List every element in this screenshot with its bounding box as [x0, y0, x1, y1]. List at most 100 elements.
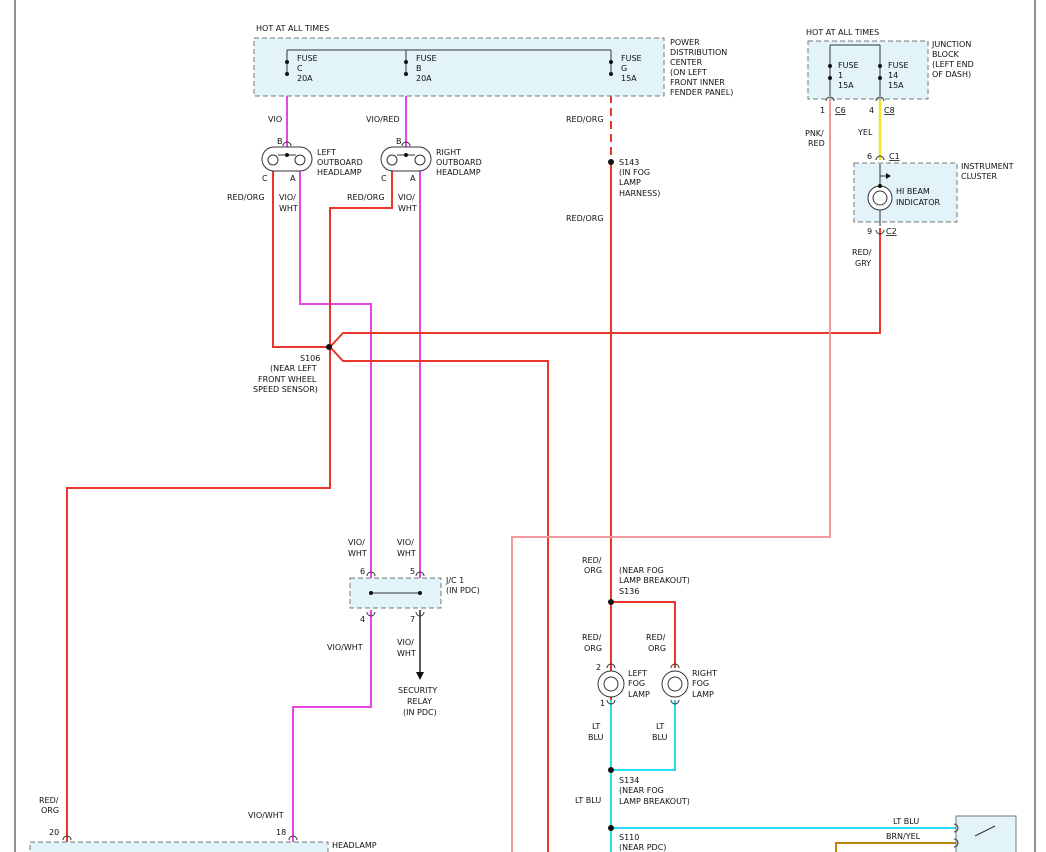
svg-text:6: 6: [867, 152, 872, 161]
svg-text:RED/: RED/: [39, 796, 59, 805]
svg-text:(IN FOG: (IN FOG: [619, 168, 650, 177]
svg-text:LAMP BREAKOUT): LAMP BREAKOUT): [619, 576, 690, 585]
svg-text:20A: 20A: [297, 74, 313, 83]
svg-text:FUSE: FUSE: [297, 54, 318, 63]
wire-pnk-red: [511, 100, 831, 852]
svg-text:JUNCTION: JUNCTION: [931, 40, 971, 49]
svg-text:FRONT INNER: FRONT INNER: [670, 78, 725, 87]
splice-s136-dot: [608, 599, 614, 605]
svg-text:C2: C2: [886, 227, 897, 236]
svg-text:(IN PDC): (IN PDC): [446, 586, 480, 595]
svg-text:ORG: ORG: [584, 566, 602, 575]
svg-text:4: 4: [360, 615, 365, 624]
svg-text:A: A: [290, 174, 296, 183]
svg-text:(NEAR FOG: (NEAR FOG: [619, 786, 664, 795]
svg-text:VIO/: VIO/: [348, 538, 365, 547]
label-rfog-blu: LT BLU: [652, 722, 668, 742]
label-jc7: VIO/ WHT: [397, 638, 416, 658]
svg-text:(NEAR FOG: (NEAR FOG: [619, 566, 664, 575]
svg-text:HEADLAMP: HEADLAMP: [436, 168, 481, 177]
svg-text:LAMP: LAMP: [619, 178, 641, 187]
svg-text:RED/: RED/: [582, 556, 602, 565]
svg-text:FUSE: FUSE: [888, 61, 909, 70]
splice-s110-dot: [608, 825, 614, 831]
svg-text:RELAY: RELAY: [407, 697, 432, 706]
splice-s134: S134 (NEAR FOG LAMP BREAKOUT): [619, 776, 690, 806]
right-fog-lamp: RIGHT FOG LAMP: [661, 663, 717, 705]
left-outboard-headlamp: B C A LEFT OUTBOARD HEADLAMP: [261, 137, 363, 183]
label-lh-c: RED/ORG: [227, 193, 265, 202]
svg-text:RIGHT: RIGHT: [436, 148, 461, 157]
svg-text:RED/: RED/: [582, 633, 602, 642]
svg-text:C: C: [297, 64, 303, 73]
svg-text:CLUSTER: CLUSTER: [961, 172, 998, 181]
svg-text:WHT: WHT: [279, 204, 298, 213]
svg-text:15A: 15A: [888, 81, 904, 90]
svg-text:HEADLAMP: HEADLAMP: [332, 841, 377, 850]
svg-text:B: B: [277, 137, 283, 146]
svg-text:S136: S136: [619, 587, 639, 596]
svg-text:ORG: ORG: [41, 806, 59, 815]
svg-text:WHT: WHT: [397, 549, 416, 558]
label-lt-blu-right: LT BLU: [893, 817, 919, 826]
svg-text:C: C: [262, 174, 268, 183]
label-lh-a: VIO/ WHT: [279, 193, 298, 213]
svg-text:FRONT WHEEL: FRONT WHEEL: [258, 375, 317, 384]
splice-s143: S143 (IN FOG LAMP HARNESS): [619, 158, 660, 198]
svg-text:S134: S134: [619, 776, 639, 785]
svg-text:(LEFT END: (LEFT END: [932, 60, 974, 69]
svg-text:C: C: [381, 174, 387, 183]
wire-s106-cluster: [329, 228, 881, 348]
label-lfog-blu: LT BLU: [588, 722, 604, 742]
svg-text:RIGHT: RIGHT: [692, 669, 717, 678]
svg-text:RED/: RED/: [646, 633, 666, 642]
svg-text:15A: 15A: [621, 74, 637, 83]
svg-text:BLOCK: BLOCK: [932, 50, 960, 59]
left-fog-lamp: 2 1 LEFT FOG LAMP: [596, 663, 650, 708]
junction-block-box: [807, 40, 929, 100]
label-red-org-s143: RED/ORG: [566, 214, 604, 223]
svg-text:FUSE: FUSE: [621, 54, 642, 63]
svg-text:SECURITY: SECURITY: [398, 686, 437, 695]
svg-text:18: 18: [276, 828, 286, 837]
svg-text:1: 1: [820, 106, 825, 115]
svg-text:C1: C1: [889, 152, 900, 161]
svg-text:LEFT: LEFT: [628, 669, 647, 678]
jb-label: JUNCTION BLOCK (LEFT END OF DASH): [931, 40, 974, 79]
bottom-right-component: [953, 815, 1017, 852]
svg-text:G: G: [621, 64, 627, 73]
svg-text:PNK/: PNK/: [805, 129, 824, 138]
svg-text:FUSE: FUSE: [416, 54, 437, 63]
svg-text:15A: 15A: [838, 81, 854, 90]
svg-text:C6: C6: [835, 106, 846, 115]
pdc-box: [253, 37, 665, 97]
label-red-gry: RED/ GRY: [852, 248, 872, 268]
jb-hot-label: HOT AT ALL TIMES: [806, 28, 879, 37]
splice-s143-dot: [608, 159, 614, 165]
splice-s136: (NEAR FOG LAMP BREAKOUT) S136: [619, 566, 690, 596]
label-yel: YEL: [857, 128, 873, 137]
label-lfog-red: RED/ ORG: [582, 633, 602, 653]
svg-text:RED/: RED/: [852, 248, 872, 257]
svg-text:1: 1: [838, 71, 843, 80]
svg-text:WHT: WHT: [397, 649, 416, 658]
label-rh-c: RED/ORG: [347, 193, 385, 202]
svg-text:1: 1: [600, 699, 605, 708]
svg-text:LT: LT: [656, 722, 664, 731]
svg-text:20: 20: [49, 828, 59, 837]
label-lt-blu: LT BLU: [575, 796, 601, 805]
svg-text:LEFT: LEFT: [317, 148, 336, 157]
svg-text:HARNESS): HARNESS): [619, 189, 660, 198]
svg-text:S110: S110: [619, 833, 639, 842]
svg-text:C8: C8: [884, 106, 895, 115]
svg-text:2: 2: [596, 663, 601, 672]
label-pnk-red: PNK/ RED: [805, 129, 825, 148]
pdc-label: POWER DISTRIBUTION CENTER (ON LEFT FRONT…: [670, 38, 733, 97]
splice-s110: S110 (NEAR PDC): [619, 833, 666, 852]
svg-text:VIO/: VIO/: [397, 638, 414, 647]
svg-text:20A: 20A: [416, 74, 432, 83]
svg-text:J/C 1: J/C 1: [445, 576, 464, 585]
svg-text:A: A: [410, 174, 416, 183]
svg-text:INDICATOR: INDICATOR: [896, 198, 940, 207]
svg-text:VIO/: VIO/: [397, 538, 414, 547]
